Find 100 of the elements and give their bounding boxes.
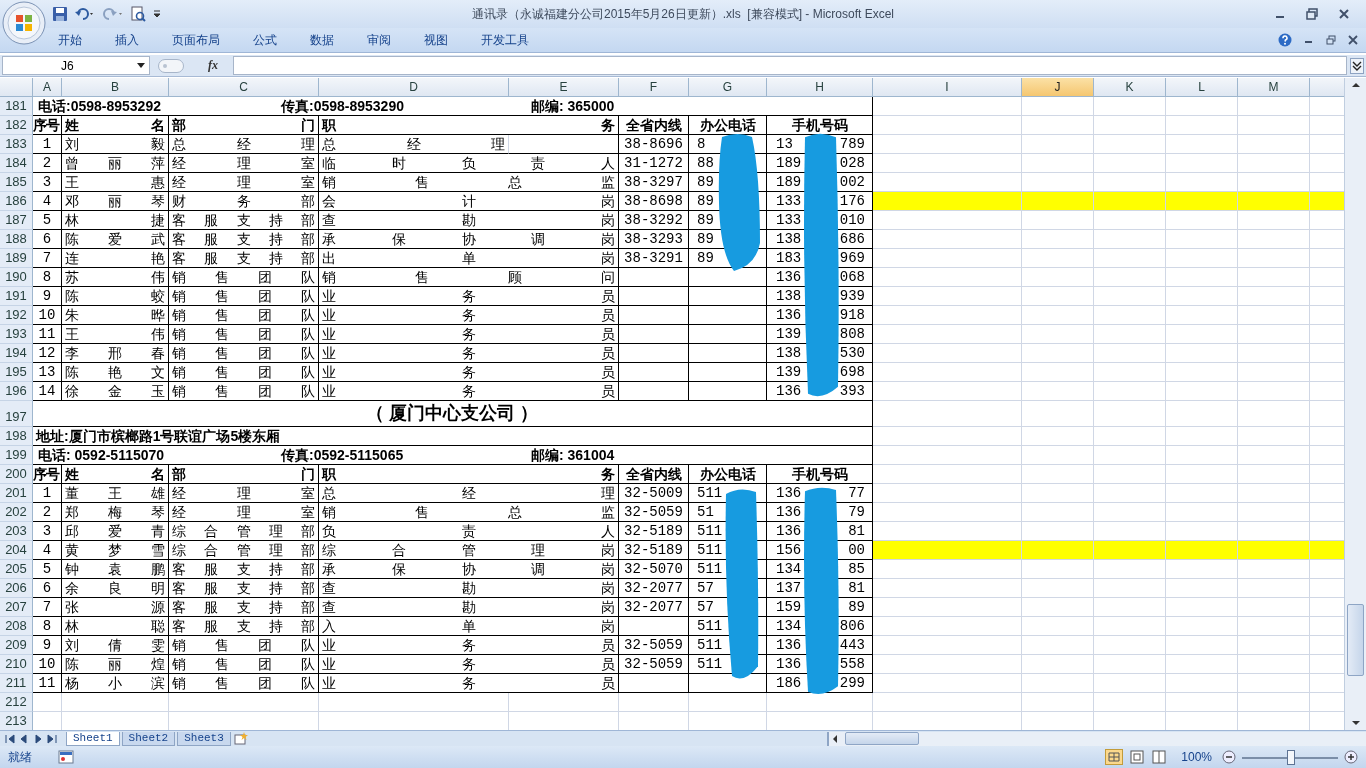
ribbon-tab[interactable]: 页面布局 [161, 28, 231, 52]
close-icon[interactable] [1338, 8, 1350, 20]
row-header[interactable]: 189 [0, 249, 33, 268]
row-header[interactable]: 195 [0, 363, 33, 382]
scroll-thumb[interactable] [1347, 604, 1364, 676]
row-header[interactable]: 184 [0, 154, 33, 173]
row-header[interactable]: 197 [0, 401, 33, 427]
row-header[interactable]: 210 [0, 655, 33, 674]
horizontal-scrollbar[interactable] [827, 731, 1366, 746]
table-cell: 客服支持部 [169, 249, 319, 268]
phone-number-start: 136 [776, 655, 802, 673]
column-header[interactable]: G [689, 78, 767, 97]
insert-function-button[interactable]: fx [208, 58, 218, 73]
zoom-slider[interactable] [1242, 749, 1338, 765]
zoom-in-icon[interactable] [1344, 750, 1358, 764]
table-cell: 业务员 [319, 325, 619, 344]
row-header[interactable]: 182 [0, 116, 33, 135]
page-layout-icon[interactable] [1129, 749, 1146, 765]
column-header[interactable]: M [1238, 78, 1310, 97]
phone-number-end: 77 [848, 484, 865, 502]
print-preview-icon[interactable] [130, 6, 146, 22]
row-header[interactable]: 192 [0, 306, 33, 325]
column-header[interactable]: K [1094, 78, 1166, 97]
column-header[interactable]: E [509, 78, 619, 97]
undo-icon[interactable] [74, 6, 96, 22]
ribbon-tab[interactable]: 视图 [413, 28, 459, 52]
row-header[interactable]: 202 [0, 503, 33, 522]
slider-thumb[interactable] [1287, 749, 1295, 765]
row-header[interactable]: 199 [0, 446, 33, 465]
ribbon-tab[interactable]: 开发工具 [470, 28, 540, 52]
row-header[interactable]: 193 [0, 325, 33, 344]
column-header[interactable]: B [62, 78, 169, 97]
table-cell: 32-5009 [619, 484, 689, 503]
phone-number-start: 189 [776, 154, 802, 172]
table-cell: 6 [33, 579, 62, 598]
sheet-tab[interactable]: Sheet3 [177, 731, 231, 746]
name-box[interactable]: J6 [2, 56, 150, 75]
row-header[interactable]: 203 [0, 522, 33, 541]
row-header[interactable]: 207 [0, 598, 33, 617]
column-header[interactable]: C [169, 78, 319, 97]
row-header[interactable]: 208 [0, 617, 33, 636]
macro-record-icon[interactable] [58, 750, 74, 764]
ribbon-tab[interactable]: 开始 [47, 28, 93, 52]
row-header[interactable]: 200 [0, 465, 33, 484]
ribbon-tab[interactable]: 插入 [104, 28, 150, 52]
dropdown-icon[interactable] [137, 62, 145, 69]
row-header[interactable]: 194 [0, 344, 33, 363]
sheet-tab[interactable]: Sheet1 [66, 731, 120, 746]
page-break-icon[interactable] [1151, 749, 1168, 765]
column-title: 部门 [169, 116, 319, 135]
row-header[interactable]: 209 [0, 636, 33, 655]
column-header[interactable]: I [873, 78, 1022, 97]
table-cell: 销售团队 [169, 325, 319, 344]
column-header[interactable]: F [619, 78, 689, 97]
row-header[interactable]: 188 [0, 230, 33, 249]
formula-input[interactable] [233, 56, 1347, 75]
phone-number-end: 808 [839, 325, 865, 343]
row-header[interactable]: 187 [0, 211, 33, 230]
row-header[interactable]: 211 [0, 674, 33, 693]
column-header[interactable]: D [319, 78, 509, 97]
column-header[interactable]: J [1022, 78, 1094, 97]
phone-number-start: 133 [776, 211, 802, 229]
row-header[interactable]: 190 [0, 268, 33, 287]
normal-view-icon[interactable] [1105, 749, 1124, 765]
row-header[interactable]: 205 [0, 560, 33, 579]
row-header[interactable]: 204 [0, 541, 33, 560]
close-icon[interactable] [1348, 35, 1358, 45]
zoom-out-icon[interactable] [1222, 750, 1236, 764]
column-header[interactable]: A [33, 78, 62, 97]
row-header[interactable]: 183 [0, 135, 33, 154]
row-header[interactable]: 213 [0, 712, 33, 730]
column-header[interactable]: L [1166, 78, 1238, 97]
row-header[interactable]: 191 [0, 287, 33, 306]
table-cell: 经理室 [169, 173, 319, 192]
column-header[interactable]: H [767, 78, 873, 97]
maximize-icon[interactable] [1306, 8, 1318, 20]
sheet-tab[interactable]: Sheet2 [121, 731, 176, 746]
help-icon[interactable] [1278, 33, 1292, 47]
ribbon-tab[interactable]: 数据 [299, 28, 345, 52]
row-header[interactable]: 196 [0, 382, 33, 401]
row-header[interactable]: 206 [0, 579, 33, 598]
save-icon[interactable] [52, 6, 68, 22]
phone-number-start: 134 [776, 617, 802, 635]
table-cell: 业务员 [319, 287, 619, 306]
ribbon-tab[interactable]: 审阅 [356, 28, 402, 52]
vertical-scrollbar[interactable] [1344, 78, 1366, 730]
zoom-level[interactable]: 100% [1181, 750, 1212, 764]
row-header[interactable]: 186 [0, 192, 33, 211]
row-header[interactable]: 198 [0, 427, 33, 446]
expand-icon[interactable] [1350, 57, 1364, 74]
row-header[interactable]: 201 [0, 484, 33, 503]
restore-icon[interactable] [1326, 35, 1336, 45]
ribbon-tab[interactable]: 公式 [242, 28, 288, 52]
table-cell: 3 [33, 522, 62, 541]
table-cell: 钟袁鹏 [62, 560, 169, 579]
scroll-thumb[interactable] [845, 732, 919, 745]
row-header[interactable]: 181 [0, 97, 33, 116]
row-header[interactable]: 185 [0, 173, 33, 192]
postcode-text: 邮编: 361004 [531, 446, 615, 464]
row-header[interactable]: 212 [0, 693, 33, 712]
